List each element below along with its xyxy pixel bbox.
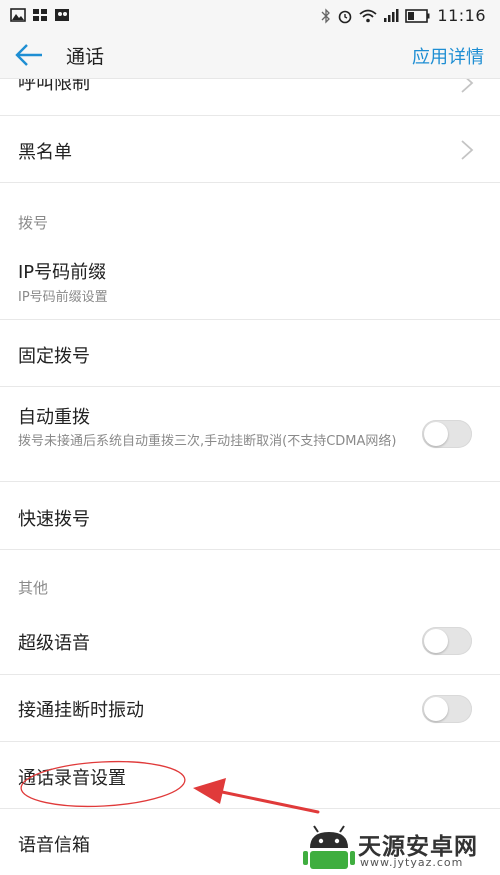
- settings-row-call-restrict[interactable]: 呼叫限制: [0, 79, 500, 116]
- row-title: 接通挂断时振动: [18, 700, 144, 721]
- back-arrow-icon[interactable]: [14, 42, 44, 68]
- super-voice-toggle[interactable]: [422, 627, 472, 655]
- section-label-other: 其他: [18, 579, 49, 597]
- section-label-dial: 拨号: [18, 214, 49, 232]
- page-title: 通话: [66, 46, 105, 68]
- settings-row-super-voice[interactable]: 超级语音: [0, 607, 500, 675]
- row-subtitle: 拨号未接通后系统自动重拨三次,手动挂断取消(不支持CDMA网络): [18, 434, 397, 449]
- status-time: 11:16: [437, 6, 486, 25]
- row-title: 通话录音设置: [18, 768, 126, 789]
- bluetooth-icon: [321, 7, 331, 24]
- settings-list: 呼叫限制 黑名单 拨号 IP号码前缀 IP号码前缀设置 固定拨号 自动重拨 拨号…: [0, 79, 500, 875]
- row-title: IP号码前缀: [18, 262, 107, 283]
- status-left-icons: [10, 8, 70, 22]
- settings-row-vibrate-on-connect[interactable]: 接通挂断时振动: [0, 675, 500, 742]
- row-title: 快速拨号: [18, 509, 90, 530]
- battery-icon: [405, 8, 430, 23]
- image-icon: [10, 8, 26, 22]
- alarm-icon: [339, 10, 352, 23]
- row-title: 超级语音: [18, 633, 90, 654]
- status-right-icons: 11:16: [321, 6, 486, 25]
- row-title: 黑名单: [18, 142, 72, 163]
- settings-row-ip-prefix[interactable]: IP号码前缀 IP号码前缀设置: [0, 244, 500, 320]
- row-title: 自动重拨: [18, 407, 90, 428]
- row-title: 固定拨号: [18, 346, 90, 367]
- toggle-knob: [424, 629, 448, 653]
- watermark: 天源安卓网 www.jytyaz.com: [300, 822, 500, 875]
- wifi-icon: [359, 9, 377, 22]
- chevron-right-icon: [461, 79, 474, 93]
- settings-row-call-record[interactable]: 通话录音设置: [0, 742, 500, 809]
- toggle-knob: [424, 697, 448, 721]
- auto-redial-toggle[interactable]: [422, 420, 472, 448]
- watermark-url: www.jytyaz.com: [360, 856, 464, 869]
- settings-row-speed-dial[interactable]: 快速拨号: [0, 482, 500, 550]
- row-subtitle: IP号码前缀设置: [18, 290, 108, 305]
- settings-row-blacklist[interactable]: 黑名单: [0, 116, 500, 183]
- row-title: 语音信箱: [18, 835, 90, 856]
- row-title: 呼叫限制: [18, 79, 90, 94]
- bird-icon: [55, 9, 69, 21]
- settings-row-fixed-dial[interactable]: 固定拨号: [0, 320, 500, 387]
- status-bar: 11:16: [0, 0, 500, 32]
- settings-row-auto-redial[interactable]: 自动重拨 拨号未接通后系统自动重拨三次,手动挂断取消(不支持CDMA网络): [0, 387, 500, 482]
- grid-icon: [33, 9, 47, 21]
- app-bar: 通话 应用详情: [0, 32, 500, 79]
- toggle-knob: [424, 422, 448, 446]
- app-details-link[interactable]: 应用详情: [412, 43, 484, 69]
- vibrate-on-connect-toggle[interactable]: [422, 695, 472, 723]
- signal-icon: [384, 8, 399, 22]
- chevron-right-icon: [461, 140, 474, 160]
- android-logo-icon: [303, 825, 355, 869]
